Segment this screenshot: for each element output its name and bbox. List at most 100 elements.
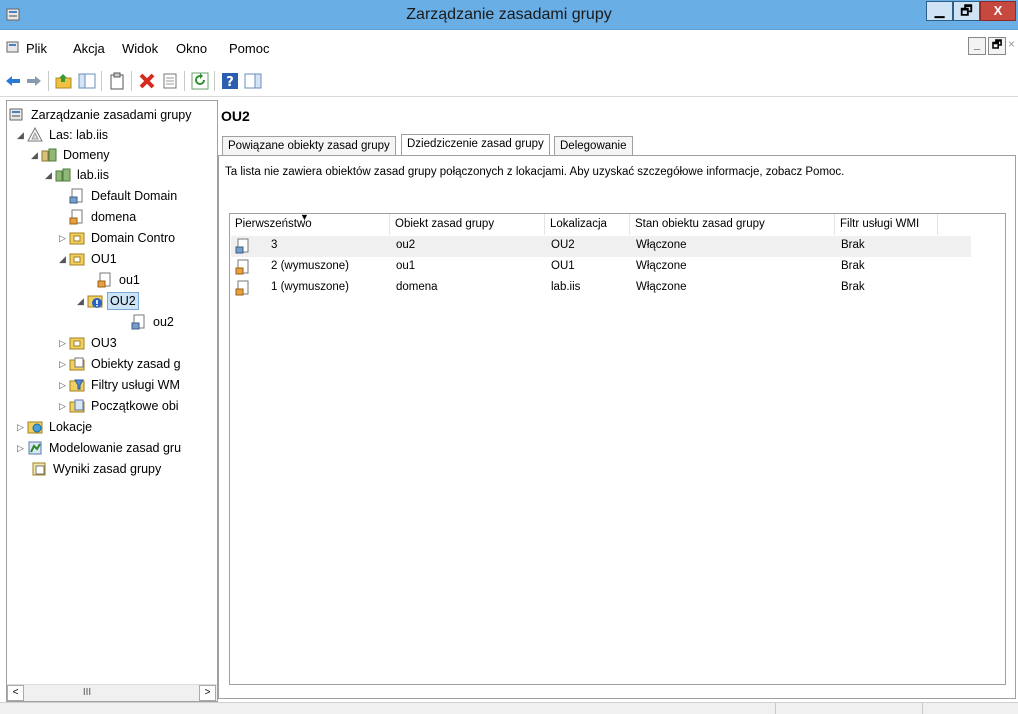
- tree-item-ou2[interactable]: ◢ OU2: [77, 291, 139, 311]
- tree-item-forest[interactable]: ◢ Las: lab.iis: [17, 125, 110, 145]
- menu-akcja[interactable]: Akcja: [73, 41, 105, 56]
- mdi-controls: _ 🗗 ×: [966, 37, 1018, 55]
- starter-gpo-icon: [69, 398, 85, 414]
- tree-item-gpm-root[interactable]: Zarządzanie zasadami grupy: [9, 105, 194, 125]
- menu-bar: Plik Akcja Widok Okno Pomoc _ 🗗 ×: [0, 31, 1018, 65]
- tree-item-label: lab.iis: [77, 168, 109, 182]
- details-pane: OU2 Powiązane obiekty zasad grupy Dziedz…: [218, 100, 1018, 702]
- tree-item-modeling[interactable]: ▷ Modelowanie zasad gru: [17, 438, 183, 458]
- collapsed-arrow-icon[interactable]: ▷: [59, 338, 69, 349]
- system-menu-icon[interactable]: [6, 41, 20, 55]
- menu-okno[interactable]: Okno: [176, 41, 207, 56]
- gpo-enforced-icon: [235, 280, 249, 296]
- menu-pomoc[interactable]: Pomoc: [229, 41, 269, 56]
- help-icon[interactable]: ?: [221, 72, 239, 90]
- tree-item-label: OU3: [91, 336, 117, 350]
- toolbar-separator: [214, 71, 215, 91]
- gpo-link-icon: [69, 209, 85, 225]
- tree-item-ou3[interactable]: ▷ OU3: [59, 333, 119, 353]
- gpo-folder-icon: [69, 356, 85, 372]
- clipboard-icon[interactable]: [108, 72, 126, 90]
- cell-location: OU1: [551, 260, 575, 272]
- info-text: Ta lista nie zawiera obiektów zasad grup…: [225, 166, 845, 178]
- tree-item-sites[interactable]: ▷ Lokacje: [17, 417, 94, 437]
- tree-item-lab-iis[interactable]: ◢ lab.iis: [45, 165, 111, 185]
- ou-icon: [69, 335, 85, 351]
- back-icon[interactable]: [4, 72, 22, 90]
- column-header-status[interactable]: Stan obiektu zasad grupy: [630, 214, 835, 235]
- cell-status: Włączone: [636, 281, 687, 293]
- collapsed-arrow-icon[interactable]: ▷: [17, 443, 27, 454]
- restore-button[interactable]: 🗗: [953, 1, 980, 21]
- expanded-arrow-icon[interactable]: ◢: [17, 130, 27, 141]
- tree-item-domena[interactable]: domena: [69, 207, 138, 227]
- mdi-restore-button[interactable]: 🗗: [988, 37, 1006, 55]
- modeling-icon: [27, 440, 43, 456]
- toolbar-separator: [48, 71, 49, 91]
- toolbar-separator: [184, 71, 185, 91]
- tree-item-starter-gpos[interactable]: ▷ Początkowe obi: [59, 396, 181, 416]
- close-button[interactable]: X: [980, 1, 1016, 21]
- table-row[interactable]: 3 ou2 OU2 Włączone Brak: [231, 236, 971, 257]
- tree-item-gpo-objects[interactable]: ▷ Obiekty zasad g: [59, 354, 183, 374]
- tree-item-label: Las: lab.iis: [49, 128, 109, 142]
- collapsed-arrow-icon[interactable]: ▷: [59, 359, 69, 370]
- collapsed-arrow-icon[interactable]: ▷: [59, 380, 69, 391]
- refresh-icon[interactable]: [191, 72, 209, 90]
- scroll-left-button[interactable]: <: [7, 685, 24, 701]
- tree-item-ou2-link[interactable]: ou2: [131, 312, 176, 332]
- expanded-arrow-icon[interactable]: ◢: [59, 254, 69, 265]
- scroll-thumb[interactable]: III: [67, 687, 107, 699]
- tree-item-default-domain[interactable]: Default Domain: [69, 186, 179, 206]
- show-hide-tree-icon[interactable]: [78, 72, 96, 90]
- column-header-gpo[interactable]: Obiekt zasad grupy: [390, 214, 545, 235]
- gpm-icon: [9, 107, 25, 123]
- up-folder-icon[interactable]: [55, 72, 73, 90]
- gpo-link-icon: [131, 314, 147, 330]
- tree-item-label: Zarządzanie zasadami grupy: [31, 108, 192, 122]
- cell-gpo: ou2: [396, 239, 416, 251]
- tree-item-label: Wyniki zasad grupy: [53, 462, 162, 476]
- expanded-arrow-icon[interactable]: ◢: [45, 170, 55, 181]
- collapsed-arrow-icon[interactable]: ▷: [59, 233, 69, 244]
- list-header: Pierwszeństwo ▼ Obiekt zasad grupy Lokali…: [230, 212, 1005, 235]
- delete-icon[interactable]: [138, 72, 156, 90]
- column-header-wmi[interactable]: Filtr usługi WMI: [835, 214, 938, 235]
- scroll-right-button[interactable]: >: [199, 685, 216, 701]
- page-title: OU2: [221, 108, 250, 124]
- tree-item-ou1[interactable]: ◢ OU1: [59, 249, 119, 269]
- forward-icon[interactable]: [25, 72, 43, 90]
- tree-item-ou1-link[interactable]: ou1: [97, 270, 142, 290]
- mdi-close-button[interactable]: ×: [1008, 37, 1018, 51]
- console-tree: Zarządzanie zasadami grupy ◢ Las: lab.ii…: [6, 100, 218, 702]
- menu-widok[interactable]: Widok: [122, 41, 158, 56]
- mdi-minimize-button[interactable]: _: [968, 37, 986, 55]
- table-row[interactable]: 1 (wymuszone) domena lab.iis Włączone Br…: [231, 278, 971, 299]
- collapsed-arrow-icon[interactable]: ▷: [59, 401, 69, 412]
- expanded-arrow-icon[interactable]: ◢: [77, 296, 87, 307]
- toolbar-separator: [131, 71, 132, 91]
- tab-delegation[interactable]: Delegowanie: [554, 136, 633, 156]
- expanded-arrow-icon[interactable]: ◢: [31, 150, 41, 161]
- domain-icon: [55, 167, 71, 183]
- column-header-location[interactable]: Lokalizacja: [545, 214, 630, 235]
- wmi-filter-icon: [69, 377, 85, 393]
- tree-item-wmi-filters[interactable]: ▷ Filtry usługi WM: [59, 375, 182, 395]
- tab-linked-gpos[interactable]: Powiązane obiekty zasad grupy: [222, 136, 396, 156]
- collapsed-arrow-icon[interactable]: ▷: [17, 422, 27, 433]
- tab-gpo-inheritance[interactable]: Dziedziczenie zasad grupy: [401, 134, 550, 156]
- tree-item-results[interactable]: Wyniki zasad grupy: [31, 459, 163, 479]
- minimize-button[interactable]: ▁: [926, 1, 953, 21]
- gpo-link-icon: [97, 272, 113, 288]
- action-pane-icon[interactable]: [244, 72, 262, 90]
- tree-item-domain-controllers[interactable]: ▷ Domain Contro: [59, 228, 177, 248]
- properties-icon[interactable]: [161, 72, 179, 90]
- column-header-precedence[interactable]: Pierwszeństwo ▼: [230, 212, 390, 235]
- tree-item-domains[interactable]: ◢ Domeny: [31, 145, 112, 165]
- gpo-enforced-icon: [235, 259, 249, 275]
- cell-status: Włączone: [636, 260, 687, 272]
- menu-plik[interactable]: Plik: [26, 41, 47, 56]
- tree-item-label: ou2: [153, 315, 174, 329]
- table-row[interactable]: 2 (wymuszone) ou1 OU1 Włączone Brak: [231, 257, 971, 278]
- tree-horizontal-scrollbar[interactable]: < III >: [7, 684, 217, 701]
